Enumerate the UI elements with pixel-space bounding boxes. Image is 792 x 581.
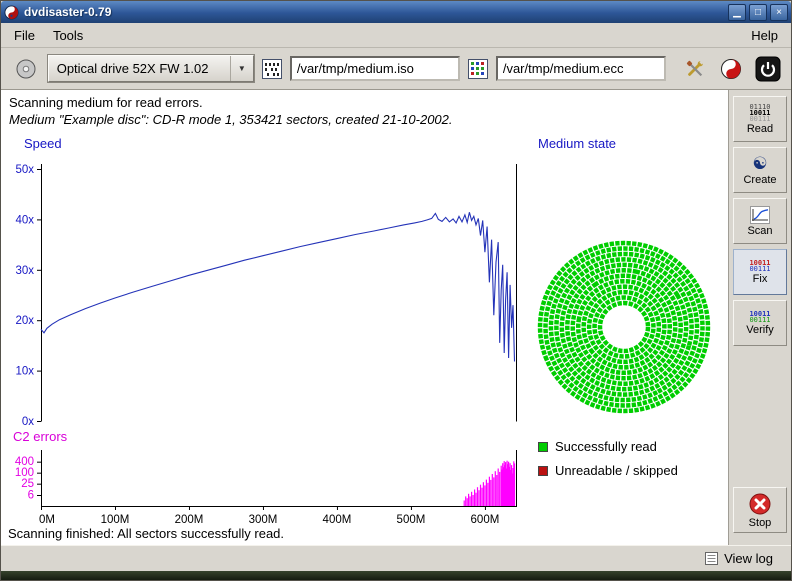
log-document-icon bbox=[705, 552, 718, 565]
stop-button-label: Stop bbox=[749, 517, 772, 529]
statusbar: View log bbox=[1, 545, 791, 571]
svg-text:500M: 500M bbox=[397, 514, 426, 526]
stop-button[interactable]: Stop bbox=[733, 487, 787, 533]
svg-text:40x: 40x bbox=[15, 214, 34, 226]
svg-text:100M: 100M bbox=[101, 514, 130, 526]
read-button[interactable]: 01110 10011 00111 Read bbox=[733, 96, 787, 142]
app-window: dvdisaster-0.79 ▁ □ × File Tools Help Op… bbox=[0, 0, 792, 581]
svg-text:30x: 30x bbox=[15, 265, 34, 277]
fix-binary-icon: 10011 00111 bbox=[749, 260, 770, 272]
drive-button[interactable] bbox=[11, 54, 41, 84]
fix-button-label: Fix bbox=[753, 273, 768, 285]
medium-state-title: Medium state bbox=[538, 136, 616, 151]
menubar: File Tools Help bbox=[1, 23, 791, 48]
svg-text:6: 6 bbox=[28, 489, 34, 501]
app-icon bbox=[4, 5, 19, 20]
legend-unreadable-label: Unreadable / skipped bbox=[555, 463, 678, 478]
mini-chart-icon bbox=[750, 206, 770, 224]
scan-button-label: Scan bbox=[747, 225, 772, 237]
svg-text:400: 400 bbox=[15, 456, 34, 468]
scan-report-panel: Scanning medium for read errors. Medium … bbox=[1, 90, 729, 545]
window-title: dvdisaster-0.79 bbox=[24, 5, 725, 19]
read-binary-icon: 01110 10011 00111 bbox=[749, 104, 770, 122]
svg-text:0M: 0M bbox=[39, 514, 55, 526]
icon-line: 00111 bbox=[749, 317, 770, 323]
titlebar[interactable]: dvdisaster-0.79 ▁ □ × bbox=[1, 1, 791, 23]
menu-tools[interactable]: Tools bbox=[44, 25, 92, 46]
legend-success-label: Successfully read bbox=[555, 439, 657, 454]
svg-text:300M: 300M bbox=[249, 514, 278, 526]
ecc-path-input[interactable] bbox=[496, 56, 666, 81]
svg-text:10x: 10x bbox=[15, 366, 34, 378]
verify-button[interactable]: 10011 00111 Verify bbox=[733, 300, 787, 346]
main-area: Scanning medium for read errors. Medium … bbox=[1, 90, 791, 545]
maximize-button[interactable]: □ bbox=[749, 4, 767, 21]
legend-item-success: Successfully read bbox=[538, 439, 657, 454]
legend-item-unreadable: Unreadable / skipped bbox=[538, 463, 678, 478]
svg-text:50x: 50x bbox=[15, 164, 34, 176]
fix-button[interactable]: 10011 00111 Fix bbox=[733, 249, 787, 295]
optical-disc-icon bbox=[15, 58, 37, 80]
minimize-button[interactable]: ▁ bbox=[728, 4, 746, 21]
svg-text:25: 25 bbox=[21, 478, 34, 490]
menu-file[interactable]: File bbox=[5, 25, 44, 46]
action-sidebar: 01110 10011 00111 Read ☯ Create Scan bbox=[729, 90, 791, 545]
icon-line: 00111 bbox=[749, 116, 770, 122]
ecc-file-icon bbox=[467, 58, 489, 80]
iso-path-input[interactable] bbox=[290, 56, 460, 81]
tools-wrench-icon bbox=[683, 57, 707, 81]
yin-yang-icon: ☯ bbox=[752, 155, 767, 173]
preferences-button[interactable] bbox=[680, 54, 710, 84]
drive-select[interactable]: Optical drive 52X FW 1.02 ▼ bbox=[48, 55, 254, 82]
power-icon bbox=[755, 56, 781, 82]
success-swatch bbox=[538, 442, 548, 452]
chevron-down-icon: ▼ bbox=[230, 56, 253, 81]
logo-button[interactable] bbox=[717, 54, 747, 84]
svg-text:200M: 200M bbox=[175, 514, 204, 526]
read-button-label: Read bbox=[747, 123, 773, 135]
medium-state-disc bbox=[534, 237, 714, 417]
quit-button[interactable] bbox=[753, 54, 783, 84]
drive-select-value: Optical drive 52X FW 1.02 bbox=[57, 61, 209, 76]
icon-line: 00111 bbox=[749, 266, 770, 272]
svg-text:600M: 600M bbox=[471, 514, 500, 526]
svg-text:400M: 400M bbox=[323, 514, 352, 526]
menu-help[interactable]: Help bbox=[742, 25, 787, 46]
speed-c2-chart: 0x 10x 20x 30x 40x 50x 625100400 0M 100M 200M 300M… bbox=[1, 150, 525, 534]
window-bottom-edge bbox=[1, 571, 791, 580]
dvdisaster-logo-icon bbox=[720, 58, 742, 80]
toolbar: Optical drive 52X FW 1.02 ▼ bbox=[1, 48, 791, 90]
create-button[interactable]: ☯ Create bbox=[733, 147, 787, 193]
svg-text:100: 100 bbox=[15, 467, 34, 479]
c2-errors-title: C2 errors bbox=[13, 429, 67, 444]
verify-binary-icon: 10011 00111 bbox=[749, 311, 770, 323]
view-log-button[interactable]: View log bbox=[701, 549, 777, 568]
iso-file-icon bbox=[261, 58, 283, 80]
create-button-label: Create bbox=[743, 174, 776, 186]
scan-button[interactable]: Scan bbox=[733, 198, 787, 244]
unreadable-swatch bbox=[538, 466, 548, 476]
medium-info-line: Medium "Example disc": CD-R mode 1, 3534… bbox=[9, 112, 453, 127]
status-line-1: Scanning medium for read errors. bbox=[9, 95, 203, 110]
speed-chart-title: Speed bbox=[24, 136, 62, 151]
close-button[interactable]: × bbox=[770, 4, 788, 21]
svg-text:0x: 0x bbox=[22, 416, 34, 428]
view-log-label: View log bbox=[724, 551, 773, 566]
verify-button-label: Verify bbox=[746, 324, 774, 336]
svg-text:20x: 20x bbox=[15, 315, 34, 327]
stop-x-icon bbox=[748, 492, 772, 516]
scan-result-message: Scanning finished: All sectors successfu… bbox=[8, 526, 284, 541]
